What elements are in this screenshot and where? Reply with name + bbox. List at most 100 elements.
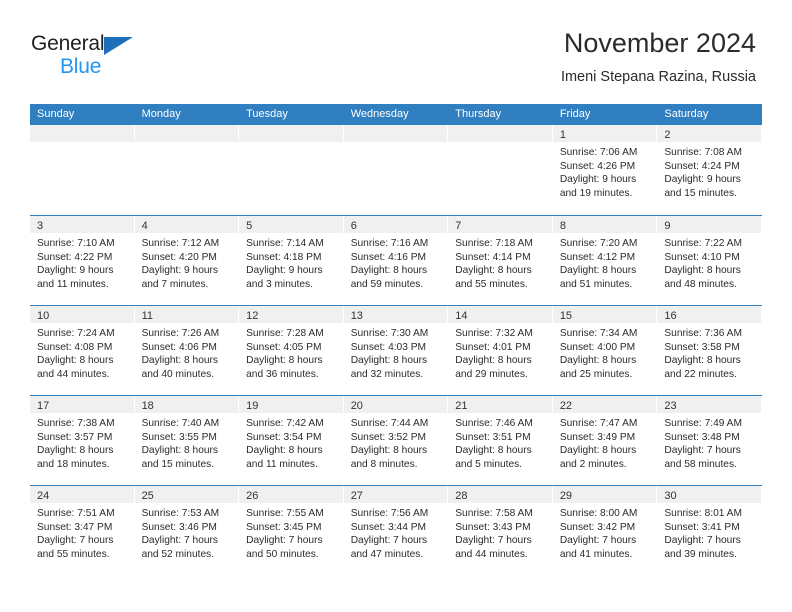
day-number-band <box>134 125 239 142</box>
calendar-day-cell[interactable]: 14 Sunrise: 7:32 AM Sunset: 4:01 PM Dayligh… <box>448 306 553 395</box>
calendar-day-cell-empty <box>343 125 449 215</box>
sunrise-text: Sunrise: 7:51 AM <box>37 508 115 519</box>
calendar-day-cell[interactable]: 24 Sunrise: 7:51 AM Sunset: 3:47 PM Dayligh… <box>30 486 135 575</box>
day-number: 28 <box>455 490 468 502</box>
day-details: Sunrise: 7:34 AM Sunset: 4:00 PM Daylight:… <box>553 323 657 381</box>
calendar-day-cell[interactable]: 23 Sunrise: 7:49 AM Sunset: 3:48 PM Dayligh… <box>657 396 762 485</box>
day-number-band <box>30 125 134 142</box>
day-number-band: 26 <box>239 486 343 503</box>
calendar-day-cell[interactable]: 8 Sunrise: 7:20 AM Sunset: 4:12 PM Daylight… <box>552 216 658 305</box>
daylight-text-line1: Daylight: 8 hours <box>246 355 323 367</box>
calendar-day-cell[interactable]: 25 Sunrise: 7:53 AM Sunset: 3:46 PM Dayligh… <box>134 486 240 575</box>
day-number-band: 2 <box>657 125 761 142</box>
day-number-band: 17 <box>30 396 134 413</box>
calendar-day-cell[interactable]: 21 Sunrise: 7:46 AM Sunset: 3:51 PM Dayligh… <box>448 396 553 485</box>
calendar-day-cell[interactable]: 26 Sunrise: 7:55 AM Sunset: 3:45 PM Dayligh… <box>239 486 344 575</box>
day-number: 22 <box>559 400 573 412</box>
day-number-band: 9 <box>657 216 761 233</box>
calendar-day-cell[interactable]: 15 Sunrise: 7:34 AM Sunset: 4:00 PM Dayligh… <box>552 306 658 395</box>
sunrise-text: Sunrise: 7:58 AM <box>455 508 533 519</box>
calendar-day-cell[interactable]: 1 Sunrise: 7:06 AM Sunset: 4:26 PM Daylight… <box>552 125 658 215</box>
day-number-band: 29 <box>552 486 657 503</box>
title-block: November 2024 Imeni Stepana Razina, Russ… <box>561 26 756 88</box>
calendar-day-cell-empty <box>134 125 240 215</box>
day-number-band: 3 <box>30 216 134 233</box>
day-details: Sunrise: 8:00 AM Sunset: 3:42 PM Daylight:… <box>553 503 657 561</box>
day-details: Sunrise: 7:22 AM Sunset: 4:10 PM Daylight:… <box>657 233 761 291</box>
sunset-text: Sunset: 3:55 PM <box>141 431 217 443</box>
day-details: Sunrise: 7:36 AM Sunset: 3:58 PM Daylight:… <box>657 323 761 381</box>
day-details: Sunrise: 7:14 AM Sunset: 4:18 PM Daylight:… <box>239 233 343 291</box>
general-blue-logo[interactable]: General Blue <box>31 32 161 80</box>
daylight-text-line2: and 59 minutes. <box>350 278 424 290</box>
calendar-day-cell[interactable]: 27 Sunrise: 7:56 AM Sunset: 3:44 PM Dayligh… <box>343 486 449 575</box>
calendar-day-cell[interactable]: 30 Sunrise: 8:01 AM Sunset: 3:41 PM Dayligh… <box>657 486 762 575</box>
calendar-day-cell[interactable]: 18 Sunrise: 7:40 AM Sunset: 3:55 PM Dayligh… <box>134 396 240 485</box>
daylight-text-line1: Daylight: 8 hours <box>350 265 428 277</box>
calendar-day-cell[interactable]: 20 Sunrise: 7:44 AM Sunset: 3:52 PM Dayligh… <box>343 396 449 485</box>
calendar-day-cell[interactable]: 17 Sunrise: 7:38 AM Sunset: 3:57 PM Dayligh… <box>30 396 135 485</box>
calendar-day-cell[interactable]: 13 Sunrise: 7:30 AM Sunset: 4:03 PM Dayligh… <box>343 306 449 395</box>
daylight-text-line2: and 15 minutes. <box>141 458 215 470</box>
day-number-band: 19 <box>239 396 343 413</box>
calendar-day-cell[interactable]: 7 Sunrise: 7:18 AM Sunset: 4:14 PM Daylight… <box>448 216 553 305</box>
calendar-day-cell[interactable]: 29 Sunrise: 8:00 AM Sunset: 3:42 PM Dayligh… <box>552 486 658 575</box>
calendar-day-cell[interactable]: 16 Sunrise: 7:36 AM Sunset: 3:58 PM Dayligh… <box>657 306 762 395</box>
sunset-text: Sunset: 4:06 PM <box>141 341 217 353</box>
daylight-text-line1: Daylight: 8 hours <box>141 355 219 367</box>
day-details: Sunrise: 7:10 AM Sunset: 4:22 PM Daylight:… <box>30 233 134 291</box>
daylight-text-line1: Daylight: 9 hours <box>141 265 219 277</box>
day-details: Sunrise: 7:08 AM Sunset: 4:24 PM Daylight:… <box>657 142 761 200</box>
day-number: 16 <box>664 310 677 322</box>
day-number: 4 <box>141 220 148 232</box>
sunrise-text: Sunrise: 7:49 AM <box>664 418 742 429</box>
daylight-text-line1: Daylight: 8 hours <box>664 265 741 277</box>
sunrise-text: Sunrise: 7:30 AM <box>350 328 429 339</box>
day-number-band: 6 <box>343 216 448 233</box>
sunset-text: Sunset: 4:16 PM <box>350 251 427 263</box>
daylight-text-line1: Daylight: 8 hours <box>37 445 114 457</box>
sunrise-text: Sunrise: 7:44 AM <box>350 418 429 429</box>
day-number: 26 <box>246 490 259 502</box>
daylight-text-line2: and 36 minutes. <box>246 368 319 380</box>
day-number: 14 <box>455 310 468 322</box>
sunrise-text: Sunrise: 7:46 AM <box>455 418 533 429</box>
calendar-day-cell[interactable]: 19 Sunrise: 7:42 AM Sunset: 3:54 PM Dayligh… <box>239 396 344 485</box>
sunset-text: Sunset: 3:41 PM <box>664 521 740 533</box>
sunset-text: Sunset: 3:58 PM <box>664 341 740 353</box>
sunrise-text: Sunrise: 7:26 AM <box>141 328 220 339</box>
daylight-text-line1: Daylight: 9 hours <box>664 174 741 186</box>
calendar-day-cell[interactable]: 10 Sunrise: 7:24 AM Sunset: 4:08 PM Dayligh… <box>30 306 135 395</box>
day-number-band: 12 <box>239 306 343 323</box>
daylight-text-line2: and 11 minutes. <box>246 458 318 470</box>
day-number: 29 <box>559 490 573 502</box>
day-number-band: 18 <box>134 396 239 413</box>
day-number-band: 7 <box>448 216 552 233</box>
weekday-header-thursday: Thursday <box>455 108 502 120</box>
calendar-day-cell[interactable]: 3 Sunrise: 7:10 AM Sunset: 4:22 PM Daylight… <box>30 216 135 305</box>
calendar-day-cell[interactable]: 5 Sunrise: 7:14 AM Sunset: 4:18 PM Daylight… <box>239 216 344 305</box>
calendar-day-cell[interactable]: 28 Sunrise: 7:58 AM Sunset: 3:43 PM Dayligh… <box>448 486 553 575</box>
sunset-text: Sunset: 3:44 PM <box>350 521 427 533</box>
sunset-text: Sunset: 4:26 PM <box>559 160 636 172</box>
calendar-day-cell[interactable]: 12 Sunrise: 7:28 AM Sunset: 4:05 PM Dayligh… <box>239 306 344 395</box>
sunrise-text: Sunrise: 7:40 AM <box>141 418 220 429</box>
sunrise-text: Sunrise: 7:16 AM <box>350 238 429 249</box>
calendar-day-cell[interactable]: 11 Sunrise: 7:26 AM Sunset: 4:06 PM Dayligh… <box>134 306 240 395</box>
day-details: Sunrise: 7:58 AM Sunset: 3:43 PM Daylight:… <box>448 503 552 561</box>
day-details: Sunrise: 7:18 AM Sunset: 4:14 PM Daylight:… <box>448 233 552 291</box>
day-number-band: 4 <box>134 216 239 233</box>
daylight-text-line2: and 8 minutes. <box>350 458 418 470</box>
day-number: 23 <box>664 400 677 412</box>
sunset-text: Sunset: 3:57 PM <box>37 431 113 443</box>
calendar-day-cell[interactable]: 4 Sunrise: 7:12 AM Sunset: 4:20 PM Daylight… <box>134 216 240 305</box>
daylight-text-line1: Daylight: 8 hours <box>350 355 428 367</box>
day-number-band: 8 <box>552 216 657 233</box>
sunset-text: Sunset: 3:54 PM <box>246 431 322 443</box>
calendar-day-cell[interactable]: 9 Sunrise: 7:22 AM Sunset: 4:10 PM Daylight… <box>657 216 762 305</box>
calendar-page: General Blue November 2024 Imeni Stepana… <box>0 0 792 612</box>
calendar-day-cell[interactable]: 6 Sunrise: 7:16 AM Sunset: 4:16 PM Daylight… <box>343 216 449 305</box>
calendar-day-cell[interactable]: 2 Sunrise: 7:08 AM Sunset: 4:24 PM Daylight… <box>657 125 762 215</box>
calendar-day-cell[interactable]: 22 Sunrise: 7:47 AM Sunset: 3:49 PM Dayligh… <box>552 396 658 485</box>
sunrise-text: Sunrise: 7:56 AM <box>350 508 429 519</box>
